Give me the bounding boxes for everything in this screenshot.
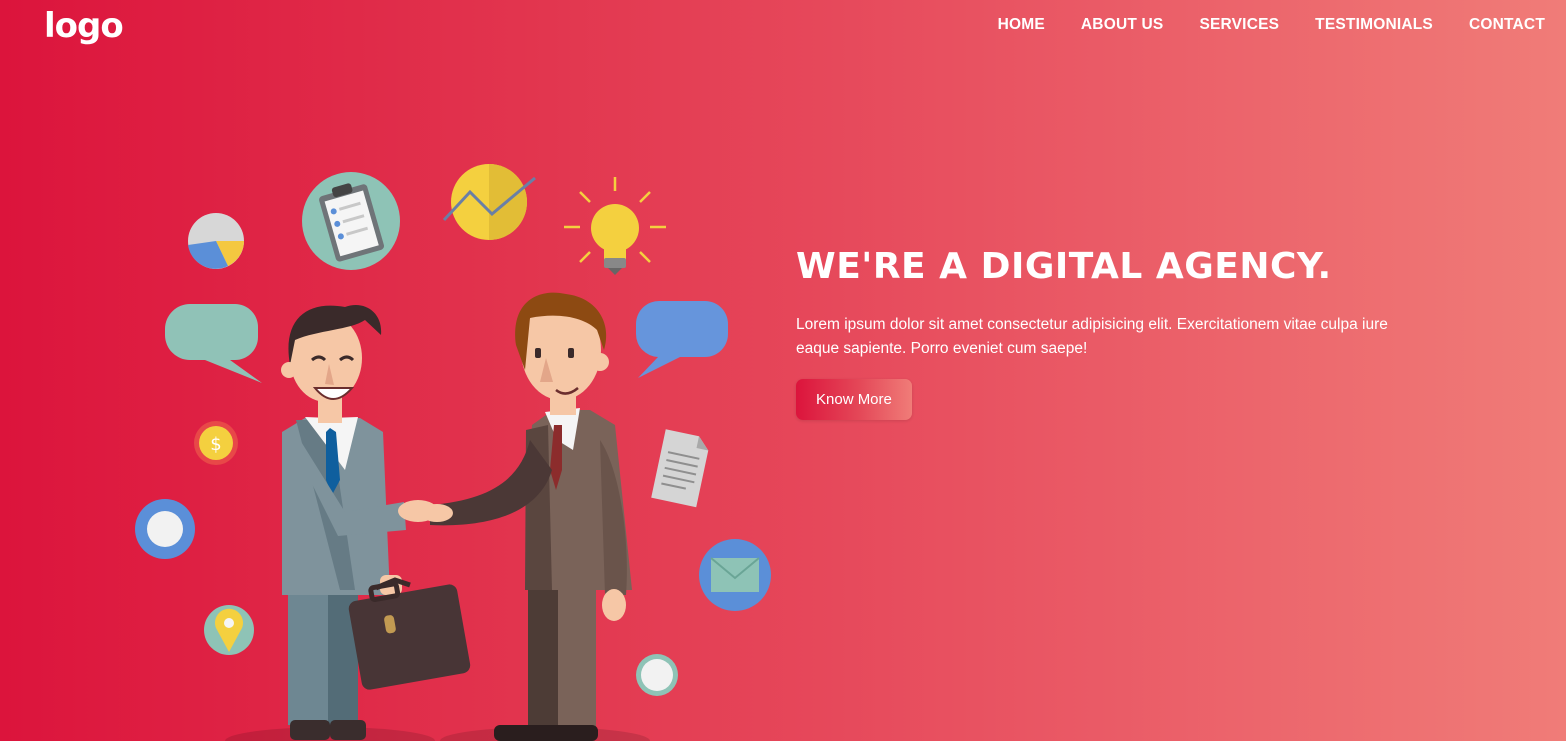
- line-chart-icon: [442, 164, 536, 240]
- circle-icon: [135, 499, 195, 559]
- know-more-button[interactable]: Know More: [796, 379, 912, 420]
- hero-description: Lorem ipsum dolor sit amet consectetur a…: [796, 316, 1388, 357]
- document-icon: [651, 429, 709, 508]
- chat-bubble-icon: [636, 300, 728, 378]
- nav-home[interactable]: HOME: [998, 16, 1045, 34]
- pie-chart-icon: [188, 213, 244, 269]
- svg-text:$: $: [210, 434, 221, 455]
- location-pin-icon: [204, 605, 254, 655]
- chat-bubble-icon: [165, 304, 262, 383]
- coin-icon: $: [194, 421, 238, 465]
- hero-title: WE'RE A DIGITAL AGENCY.: [796, 246, 1332, 287]
- hero-illustration: $: [135, 164, 771, 741]
- nav-about-us[interactable]: ABOUT US: [1081, 16, 1164, 34]
- nav-contact[interactable]: CONTACT: [1469, 16, 1545, 34]
- nav-testimonials[interactable]: TESTIMONIALS: [1315, 16, 1433, 34]
- lightbulb-icon: [564, 177, 666, 275]
- circle-icon: [636, 654, 678, 696]
- main-nav: HOME ABOUT US SERVICES TESTIMONIALS CONT…: [998, 16, 1545, 34]
- hero-section: WE'RE A DIGITAL AGENCY. Lorem ipsum dolo…: [796, 246, 1436, 420]
- envelope-icon: [699, 539, 771, 611]
- nav-services[interactable]: SERVICES: [1199, 16, 1279, 34]
- clipboard-icon: [302, 172, 400, 270]
